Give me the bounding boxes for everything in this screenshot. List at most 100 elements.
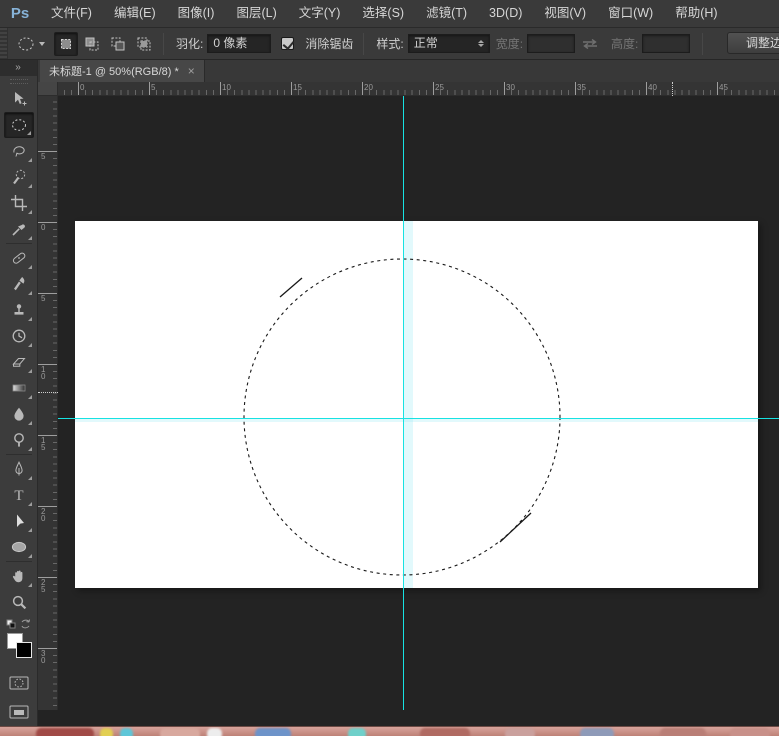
- menu-type[interactable]: 文字(Y): [288, 0, 352, 27]
- hand-tool[interactable]: [4, 563, 34, 589]
- menu-file[interactable]: 文件(F): [40, 0, 103, 27]
- gradient-tool[interactable]: [4, 375, 34, 401]
- subtract-from-selection-button[interactable]: [106, 32, 130, 56]
- feather-label: 羽化:: [176, 37, 204, 51]
- history-brush-tool[interactable]: [4, 323, 34, 349]
- eraser-tool[interactable]: [4, 349, 34, 375]
- taskbar-item: [660, 728, 706, 736]
- feather-input[interactable]: 0 像素: [207, 34, 272, 53]
- menu-filter[interactable]: 滤镜(T): [415, 0, 478, 27]
- flyout-triangle-icon: [27, 265, 32, 269]
- flyout-triangle-icon: [26, 131, 31, 135]
- horizontal-ruler[interactable]: 0 5 10 15 20 25 30 35 40 45: [58, 82, 779, 96]
- move-tool[interactable]: [4, 86, 34, 112]
- intersect-selection-icon: [137, 37, 151, 50]
- color-controls: [4, 618, 34, 632]
- selection-marching-ants: [243, 258, 561, 576]
- close-tab-icon[interactable]: ×: [188, 65, 195, 77]
- ruler-tick-label: 1 5: [41, 436, 46, 452]
- menu-window[interactable]: 窗口(W): [597, 0, 664, 27]
- flyout-triangle-icon: [27, 421, 32, 425]
- canvas-viewport: 5 0 5 1 0 1 5 2 0 2 5 3 0: [38, 96, 779, 710]
- background-color-swatch[interactable]: [15, 642, 32, 658]
- menu-edit[interactable]: 编辑(E): [103, 0, 167, 27]
- add-to-selection-button[interactable]: [80, 32, 104, 56]
- menu-select[interactable]: 选择(S): [351, 0, 415, 27]
- menu-image[interactable]: 图像(I): [167, 0, 226, 27]
- antialias-checkbox[interactable]: [281, 37, 295, 50]
- flyout-triangle-icon: [27, 395, 32, 399]
- flyout-triangle-icon: [27, 343, 32, 347]
- quick-mask-button[interactable]: [4, 670, 34, 696]
- zoom-tool[interactable]: [4, 589, 34, 615]
- stepper-icon[interactable]: [477, 40, 484, 47]
- ruler-tick-label: 35: [577, 83, 586, 92]
- style-label: 样式:: [376, 37, 404, 51]
- spot-healing-brush-tool[interactable]: [4, 245, 34, 271]
- style-select[interactable]: 正常: [407, 34, 490, 53]
- pen-tool-icon: [14, 461, 23, 476]
- flyout-triangle-icon: [27, 447, 32, 451]
- horizontal-guide[interactable]: [58, 418, 779, 419]
- svg-text:T: T: [14, 488, 23, 504]
- refine-edge-button[interactable]: 调整边缘: [727, 32, 779, 54]
- crop-tool-icon: [10, 195, 27, 211]
- swap-colors-icon[interactable]: [21, 619, 30, 629]
- ruler-tick-label: 0: [80, 83, 85, 92]
- quick-selection-tool[interactable]: [4, 164, 34, 190]
- subtract-from-selection-icon: [111, 37, 125, 50]
- menu-layer[interactable]: 图层(L): [225, 0, 287, 27]
- ellipse-tool[interactable]: [4, 534, 34, 560]
- width-input: [527, 34, 576, 53]
- taskbar-item: [505, 728, 535, 736]
- taskbar-item: [580, 728, 614, 736]
- type-tool[interactable]: T: [4, 482, 34, 508]
- ruler-tick-label: 2 5: [41, 578, 46, 594]
- crop-tool[interactable]: [4, 190, 34, 216]
- path-selection-tool[interactable]: [4, 508, 34, 534]
- taskbar-item: [348, 728, 366, 736]
- new-selection-icon: [61, 38, 71, 49]
- flyout-triangle-icon: [27, 184, 32, 188]
- vertical-ruler[interactable]: 5 0 5 1 0 1 5 2 0 2 5 3 0: [38, 96, 58, 710]
- collapse-panel-button[interactable]: »: [0, 60, 37, 76]
- clone-stamp-tool[interactable]: [4, 297, 34, 323]
- tool-group-separator: [5, 454, 32, 455]
- path-selection-tool-icon: [16, 514, 24, 527]
- ruler-tick-label: 5: [41, 152, 46, 161]
- flyout-triangle-icon: [27, 528, 32, 532]
- tool-preset-picker[interactable]: [8, 34, 53, 54]
- ruler-tick-label: 40: [648, 83, 657, 92]
- options-bar: 羽化: 0 像素 消除锯齿 样式: 正常 宽度: 高度: 调整边缘: [0, 28, 779, 60]
- flyout-triangle-icon: [27, 210, 32, 214]
- style-value: 正常: [413, 36, 438, 50]
- panel-grip[interactable]: [9, 79, 28, 84]
- new-selection-button[interactable]: [54, 31, 78, 56]
- pen-tool[interactable]: [4, 456, 34, 482]
- screen-mode-button[interactable]: [4, 699, 34, 725]
- document-tab[interactable]: 未标题-1 @ 50%(RGB/8) * ×: [40, 60, 205, 82]
- ruler-origin-corner[interactable]: [38, 82, 58, 96]
- elliptical-marquee-tool[interactable]: [3, 112, 34, 138]
- separator: [163, 32, 164, 55]
- dodge-tool[interactable]: [4, 427, 34, 453]
- ruler-tick-label: 3 0: [41, 649, 46, 665]
- separator: [702, 32, 704, 55]
- menu-help[interactable]: 帮助(H): [664, 0, 728, 27]
- windows-taskbar[interactable]: [0, 726, 779, 736]
- flyout-triangle-icon: [27, 158, 32, 162]
- ruler-tick-label: 0: [41, 223, 46, 232]
- vertical-guide[interactable]: [403, 96, 404, 710]
- lasso-tool[interactable]: [4, 138, 34, 164]
- default-colors-icon[interactable]: [6, 619, 15, 629]
- ruler-pointer-marker: [38, 392, 58, 393]
- intersect-selection-button[interactable]: [132, 32, 156, 56]
- color-swatches: [3, 633, 35, 667]
- blur-tool[interactable]: [4, 401, 34, 427]
- eyedropper-tool[interactable]: [4, 216, 34, 242]
- menu-3d[interactable]: 3D(D): [478, 0, 533, 27]
- menu-view[interactable]: 视图(V): [533, 0, 597, 27]
- options-bar-grip[interactable]: [0, 28, 8, 59]
- tool-group-separator: [5, 561, 32, 562]
- brush-tool[interactable]: [4, 271, 34, 297]
